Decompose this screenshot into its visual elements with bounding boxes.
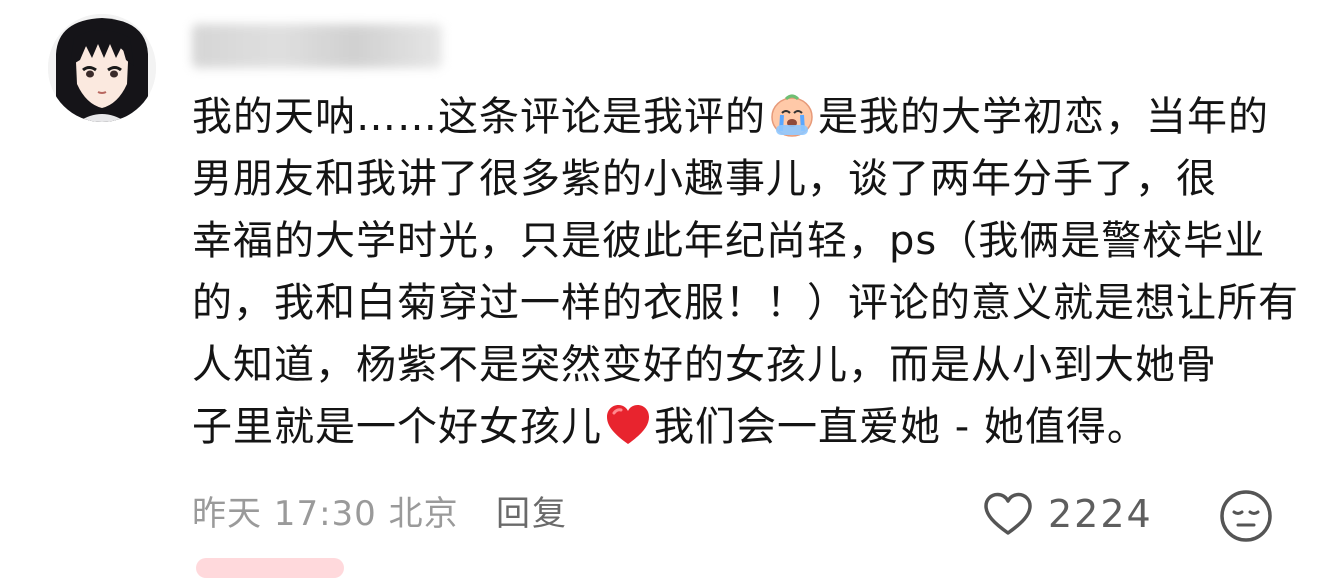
comment-line-6: 子里就是一个好女孩儿 我们会一直爱她 - 她值得。 — [192, 396, 1282, 458]
comment-line-6-part-a: 子里就是一个好女孩儿 — [192, 404, 602, 450]
comment-timestamp: 昨天 17:30 北京 — [192, 494, 459, 534]
reaction-button[interactable] — [1218, 488, 1274, 544]
comment-line-2: 男朋友和我讲了很多紫的小趣事儿，谈了两年分手了，很 — [192, 156, 1217, 202]
comment-line-1: 我的天呐……这条评论是我评的 是我的大学初恋，当年的 — [192, 86, 1282, 148]
comment-line-6-part-b: 我们会一直爱她 - 她值得。 — [654, 404, 1148, 450]
username[interactable] — [192, 24, 442, 68]
avatar[interactable] — [48, 14, 156, 122]
comment-line-5: 人知道，杨紫不是突然变好的女孩儿，而是从小到大她骨 — [192, 342, 1217, 388]
comment-line-4: 的，我和白菊穿过一样的衣服！！）评论的意义就是想让所有 — [192, 280, 1299, 326]
like-button[interactable]: 2224 — [982, 486, 1153, 542]
red-heart-emoji-icon — [604, 401, 652, 449]
comment-line-1-part-a: 我的天呐……这条评论是我评的 — [192, 94, 766, 140]
comment-text: 我的天呐……这条评论是我评的 是我的大学初恋，当年的 男朋友和我讲了很多紫的小趣… — [192, 86, 1299, 458]
next-comment-preview — [196, 558, 344, 578]
avatar-anime-girl-image — [48, 14, 156, 122]
like-count: 2224 — [1048, 492, 1153, 536]
crying-face-emoji-icon — [768, 91, 816, 139]
comment-line-1-part-b: 是我的大学初恋，当年的 — [818, 94, 1269, 140]
reply-button[interactable]: 回复 — [496, 490, 568, 538]
heart-outline-icon — [984, 492, 1032, 535]
neutral-face-icon — [1220, 490, 1272, 542]
comment-line-3: 幸福的大学时光，只是彼此年纪尚轻，ps（我俩是警校毕业 — [192, 218, 1266, 264]
